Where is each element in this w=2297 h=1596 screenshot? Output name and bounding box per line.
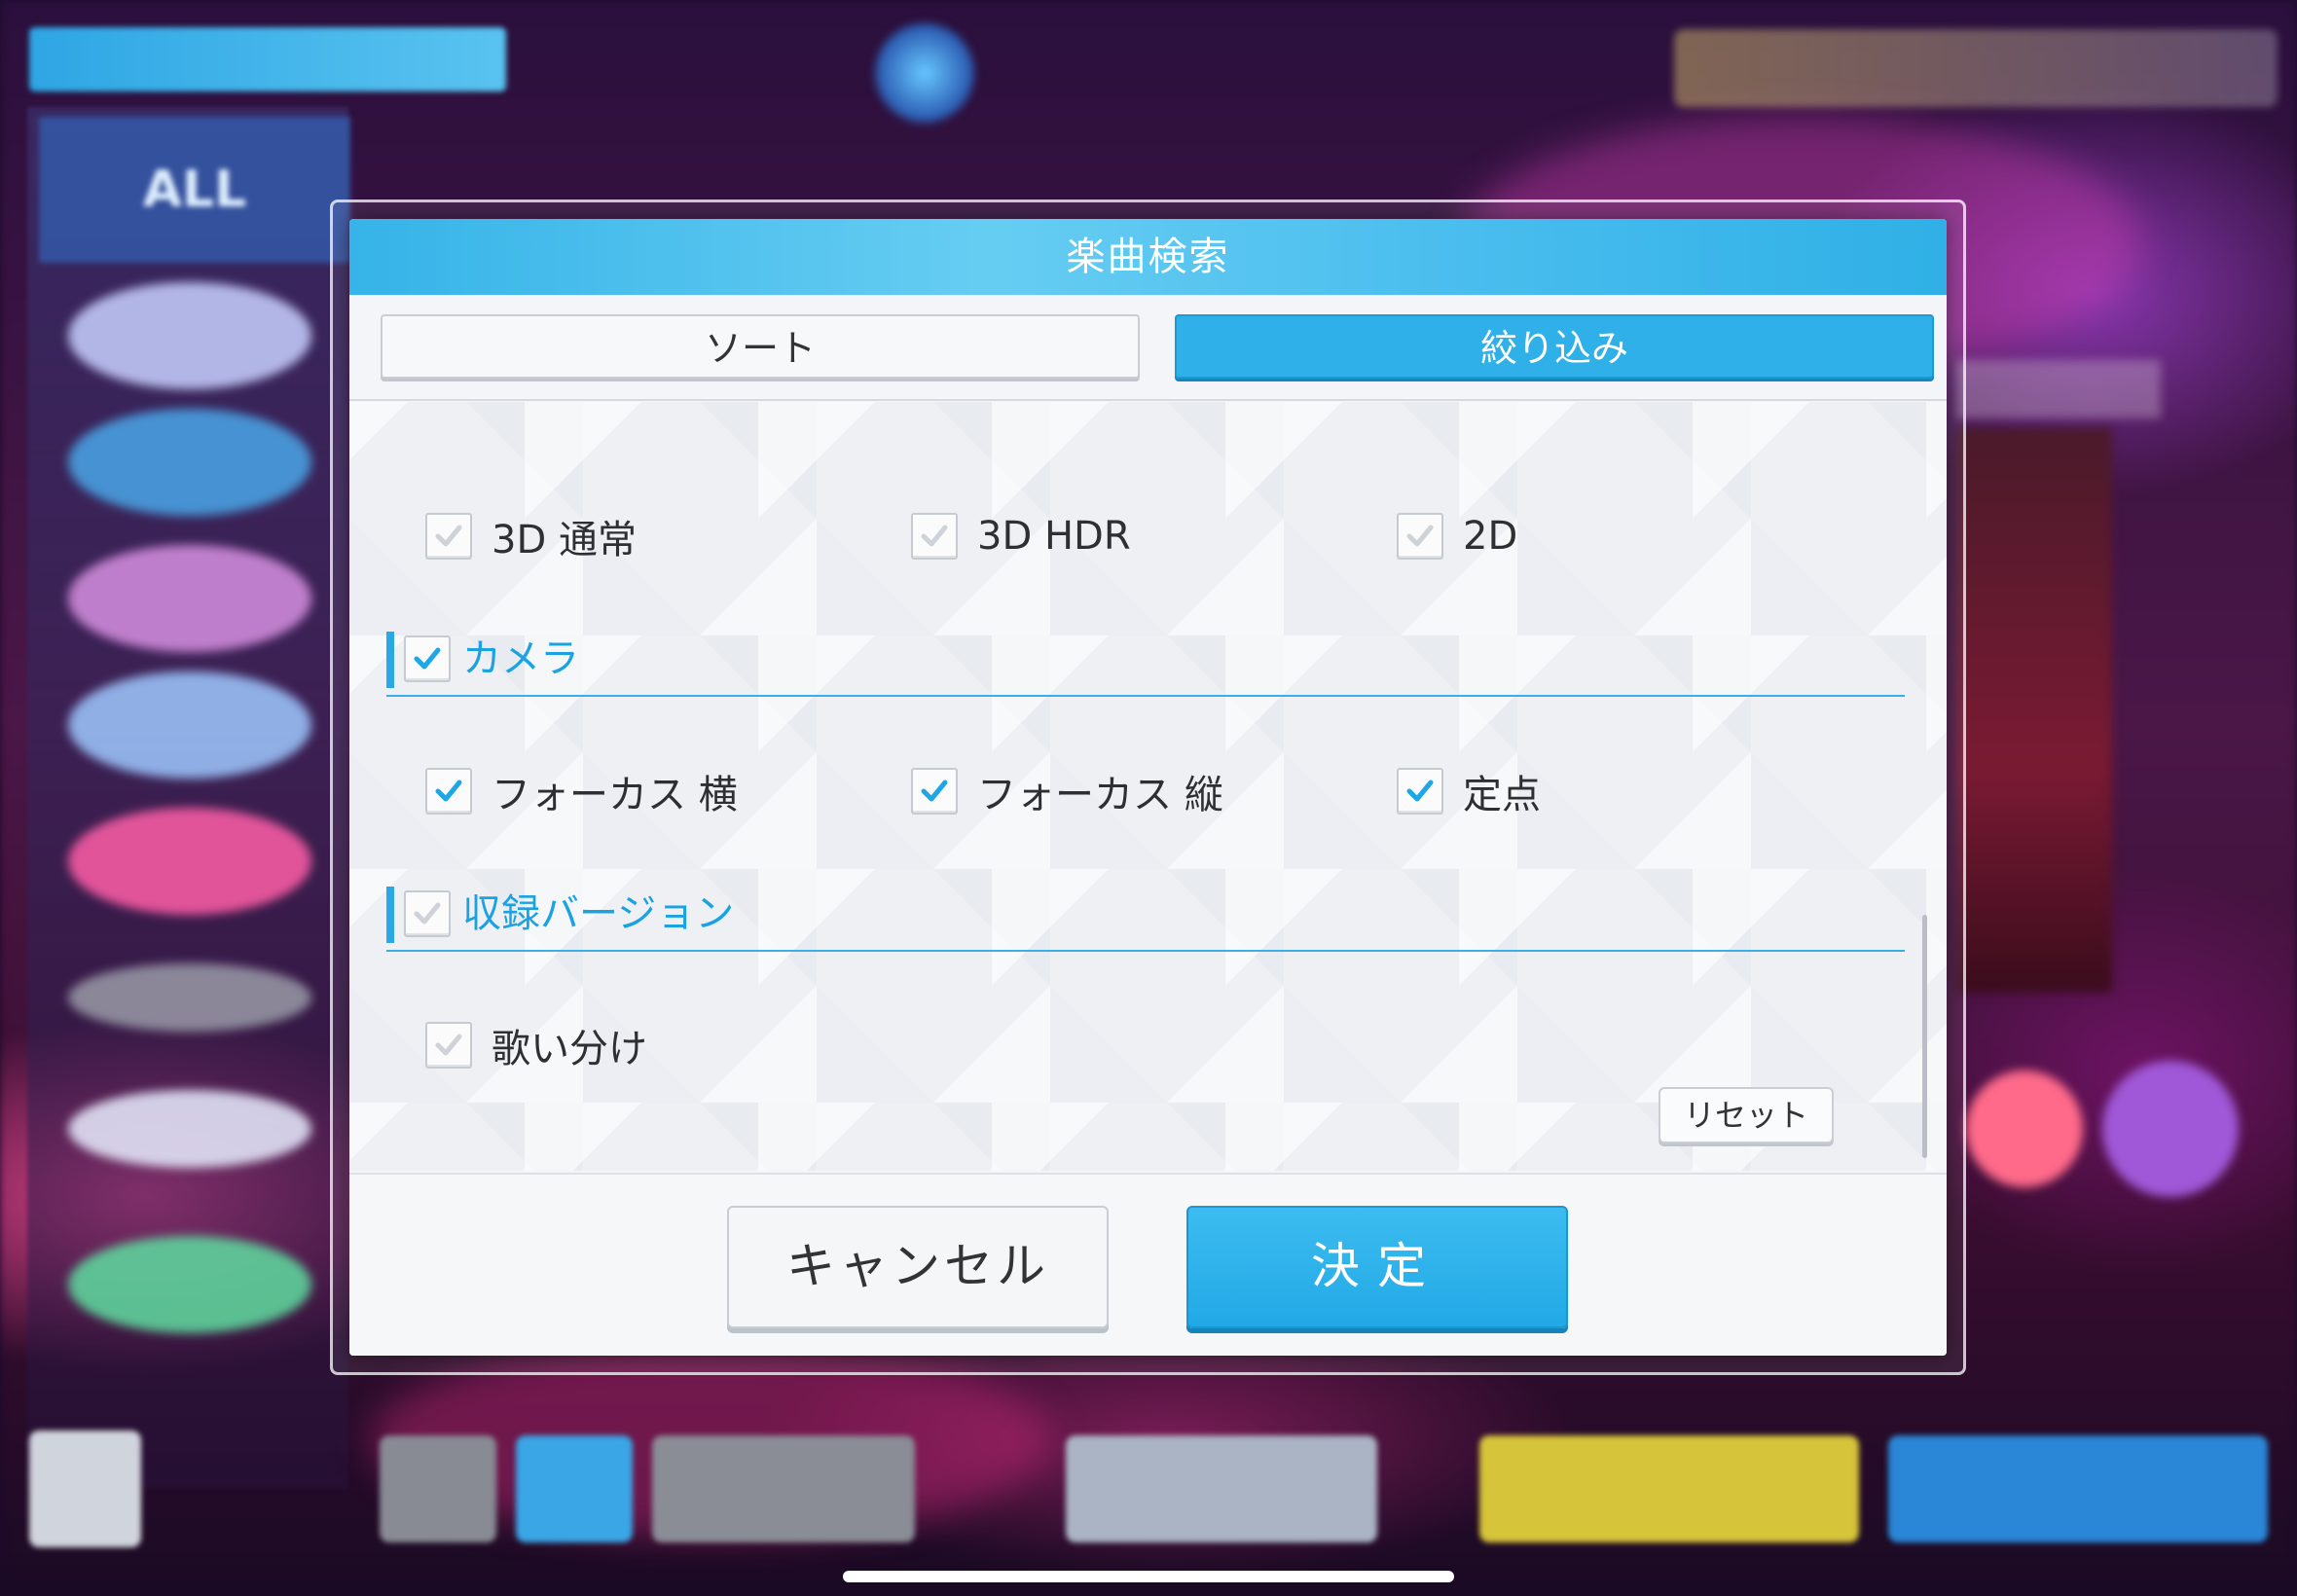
back-button-blurred (29, 1431, 141, 1547)
checkbox[interactable] (404, 635, 451, 682)
mv-button-blurred (1479, 1435, 1859, 1542)
unit-logo (68, 671, 311, 779)
song-select-tab-blurred (29, 27, 506, 91)
tab-filter[interactable]: 絞り込み (1175, 314, 1934, 379)
check-icon (435, 780, 462, 802)
rank-emblem (871, 19, 978, 127)
section-label: 収録バージョン (462, 891, 735, 936)
option-focus-vertical[interactable]: フォーカス 縦 (911, 762, 1223, 820)
section-label: カメラ (462, 636, 579, 681)
checkbox[interactable] (911, 768, 958, 815)
check-icon (921, 780, 948, 802)
option-part-singing[interactable]: 歌い分け (425, 1016, 647, 1074)
unit-logo (68, 808, 311, 915)
song-search-dialog: 楽曲検索 ソート 絞り込み 3D 通常 3D HDR 2D カメラ フォーカス … (349, 219, 1947, 1356)
home-indicator[interactable] (843, 1571, 1454, 1582)
scrollbar[interactable] (1922, 915, 1927, 1158)
dialog-footer (349, 1175, 1947, 1356)
search-button-blurred (516, 1435, 633, 1542)
cancel-button[interactable]: キャンセル (727, 1206, 1109, 1328)
option-label: 定点 (1463, 773, 1541, 817)
check-icon (1406, 525, 1434, 547)
difficulty-badge (2102, 1061, 2239, 1197)
unit-logo (68, 545, 311, 652)
unit-logo (68, 963, 311, 1032)
check-icon (921, 525, 948, 547)
confirm-button-blurred (1888, 1435, 2268, 1542)
unit-logo (68, 282, 311, 389)
option-label: フォーカス 縦 (977, 773, 1223, 817)
section-rule (386, 695, 1905, 697)
option-label: フォーカス 横 (492, 773, 738, 817)
song-title-blurred (1956, 360, 2161, 418)
option-3d-hdr[interactable]: 3D HDR (911, 507, 1131, 565)
check-icon (414, 902, 441, 925)
option-label: 歌い分け (492, 1027, 647, 1071)
option-focus-horizontal[interactable]: フォーカス 横 (425, 762, 738, 820)
checkbox[interactable] (1397, 513, 1443, 560)
unit-logo (68, 1090, 311, 1168)
dialog-title: 楽曲検索 (349, 219, 1947, 295)
random-button-blurred (652, 1435, 915, 1542)
tab-sort[interactable]: ソート (381, 314, 1140, 379)
option-3d-normal[interactable]: 3D 通常 (425, 507, 637, 565)
option-2d[interactable]: 2D (1397, 507, 1517, 565)
unit-logo (68, 1236, 311, 1333)
dialog-tabs: ソート 絞り込み (371, 314, 1934, 396)
divider (349, 399, 1947, 401)
bottom-tool-blurred (380, 1435, 496, 1542)
checkbox[interactable] (404, 890, 451, 937)
check-icon (435, 525, 462, 547)
reset-button[interactable]: リセット (1659, 1087, 1834, 1143)
song-jacket (1956, 428, 2112, 993)
checkbox[interactable] (1397, 768, 1443, 815)
ok-button[interactable]: 決定 (1186, 1206, 1568, 1328)
check-icon (414, 647, 441, 670)
section-rule (386, 950, 1905, 952)
section-accent-bar (386, 632, 394, 688)
option-label: 2D (1463, 514, 1518, 559)
checkbox[interactable] (425, 513, 472, 560)
unit-logo (68, 409, 311, 516)
option-label: 3D HDR (977, 514, 1131, 559)
check-icon (1406, 780, 1434, 802)
difficulty-badge (1966, 1070, 2083, 1187)
sidebar-all-filter: ALL (39, 117, 350, 263)
option-fixed-point[interactable]: 定点 (1397, 762, 1541, 820)
camera-section-header[interactable]: カメラ (386, 630, 1905, 697)
section-accent-bar (386, 887, 394, 943)
version-section-header[interactable]: 収録バージョン (386, 885, 1905, 952)
checkbox[interactable] (911, 513, 958, 560)
technical-rate-blurred (973, 14, 1285, 130)
checkbox[interactable] (425, 768, 472, 815)
option-label: 3D 通常 (492, 518, 637, 562)
checkbox[interactable] (425, 1022, 472, 1069)
check-icon (435, 1034, 462, 1056)
status-bar-blurred (1674, 29, 2278, 107)
member-preview-blurred (1066, 1435, 1377, 1542)
filter-content: 3D 通常 3D HDR 2D カメラ フォーカス 横 フォーカス 縦 定点 収… (349, 402, 1947, 1171)
